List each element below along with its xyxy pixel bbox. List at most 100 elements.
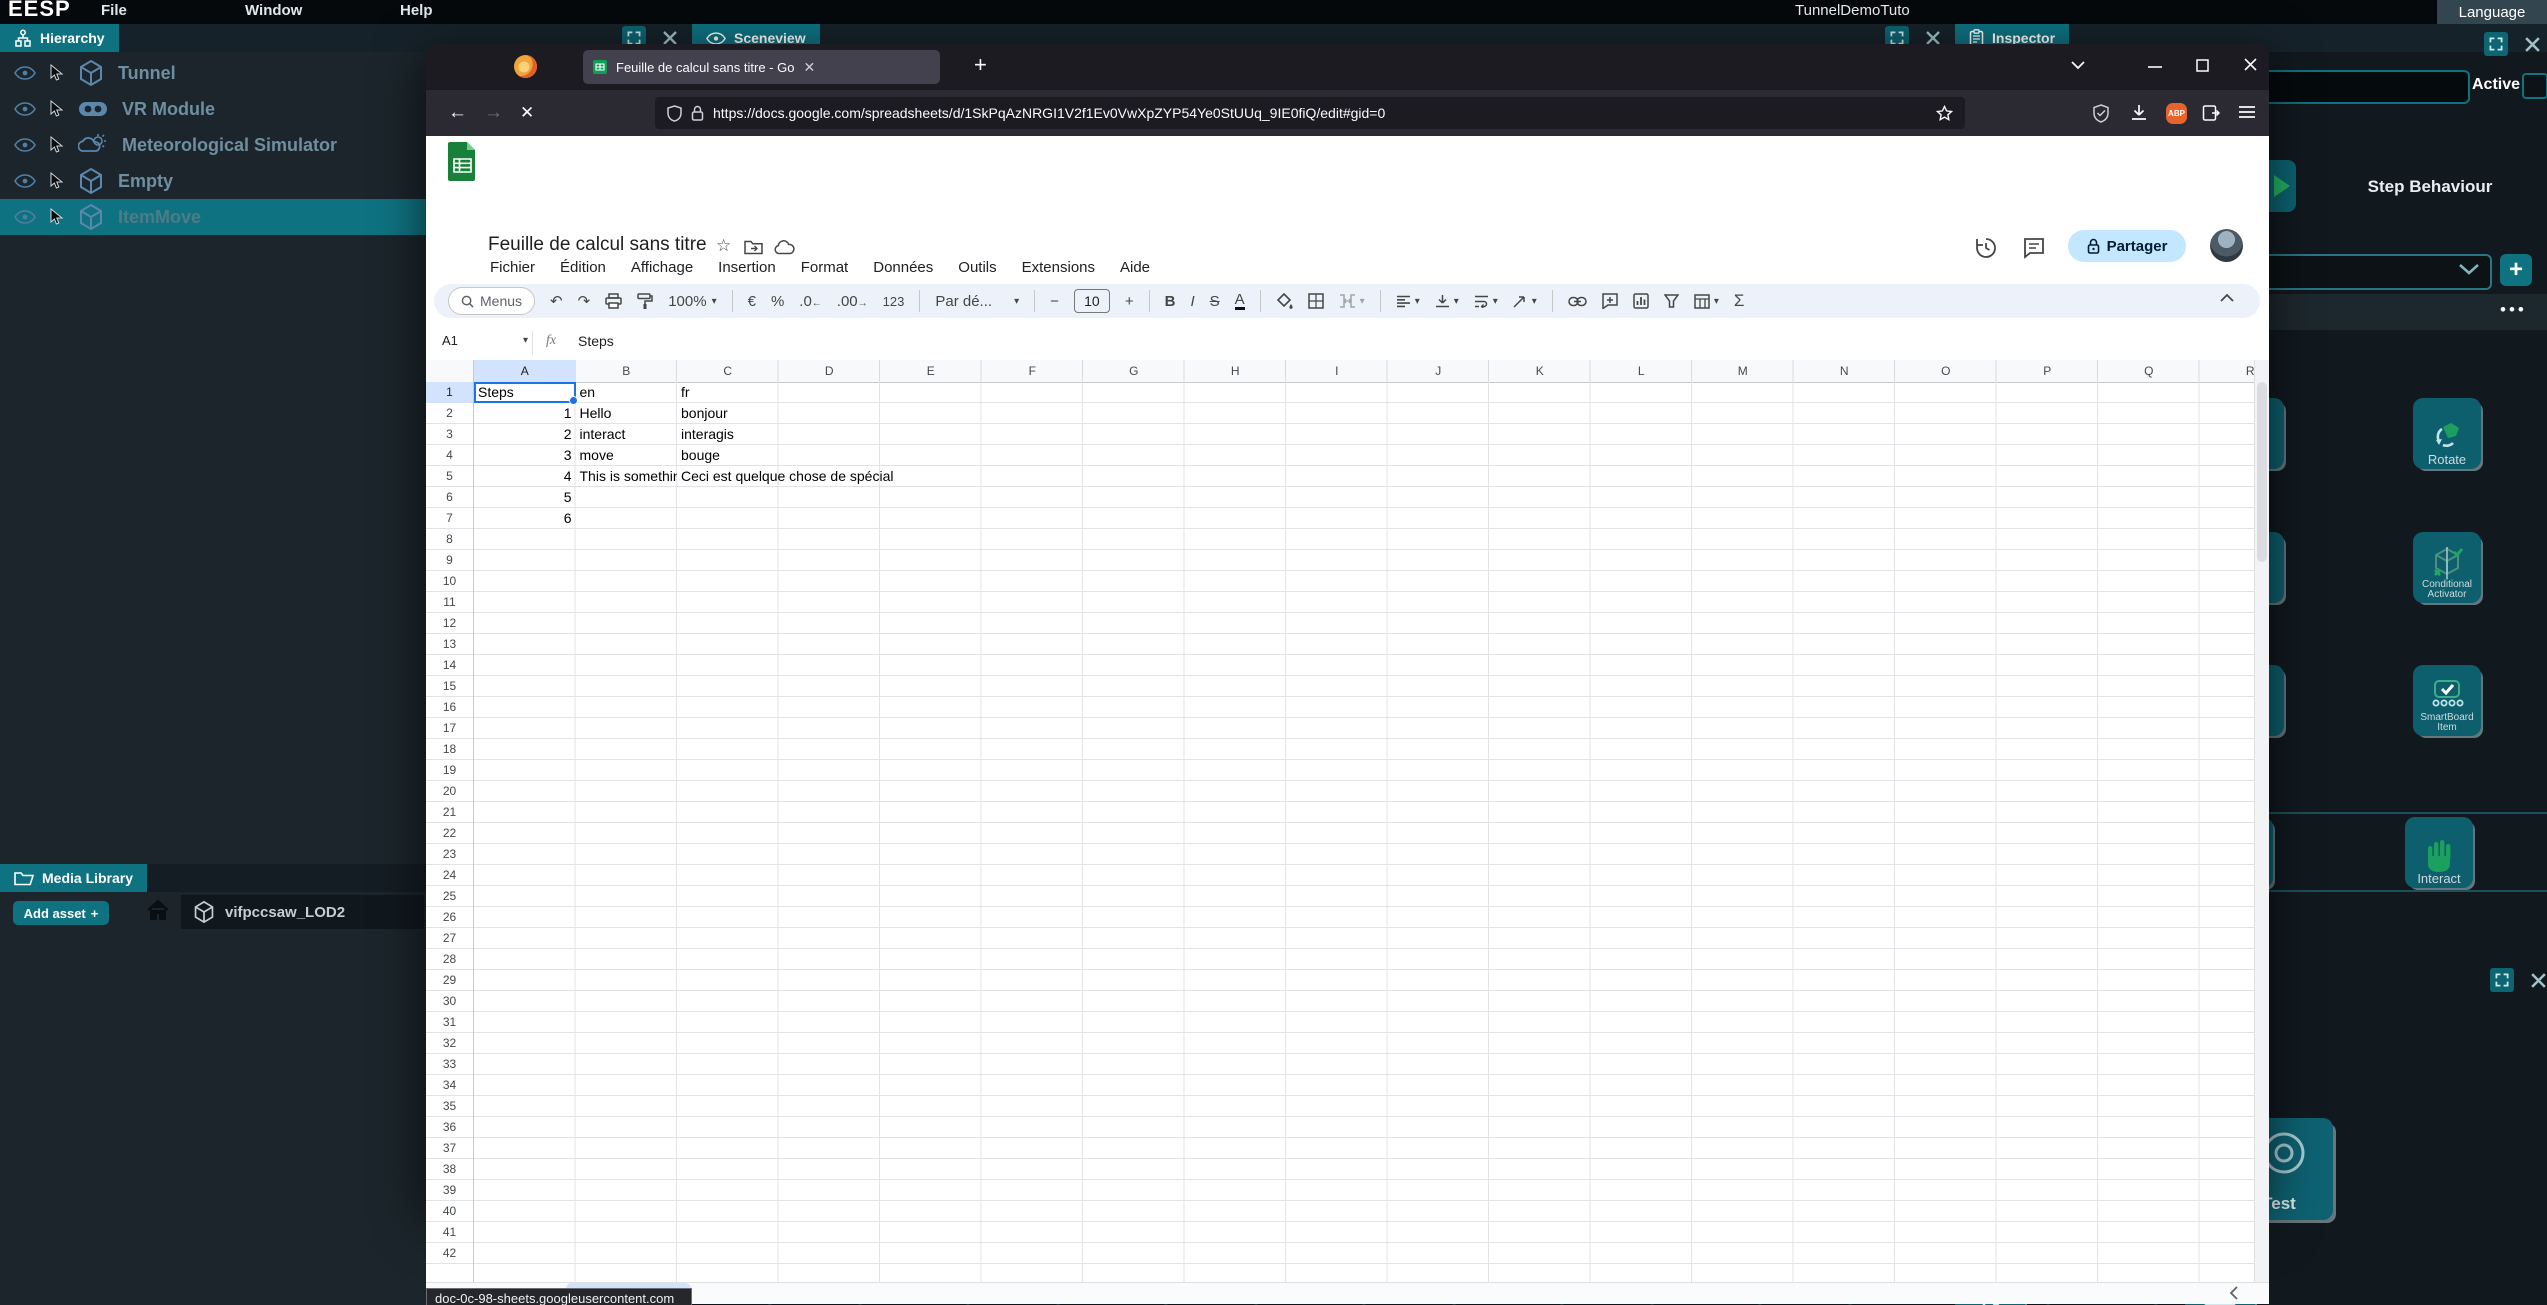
select-cursor-icon[interactable] xyxy=(50,208,64,226)
chevron-left-icon[interactable] xyxy=(2229,1286,2239,1300)
col-header-M[interactable]: M xyxy=(1692,360,1794,382)
text-rotation-icon[interactable]: ▾ xyxy=(1513,294,1537,308)
language-button[interactable]: Language xyxy=(2437,0,2547,24)
fill-handle[interactable] xyxy=(568,396,578,405)
panel-close-icon[interactable] xyxy=(2520,32,2544,56)
row-header-17[interactable]: 17 xyxy=(426,718,473,739)
row-header-39[interactable]: 39 xyxy=(426,1180,473,1201)
select-cursor-icon[interactable] xyxy=(50,64,64,82)
row-header-12[interactable]: 12 xyxy=(426,613,473,634)
add-asset-button[interactable]: Add asset + xyxy=(13,901,109,925)
cell-C3[interactable]: interagis xyxy=(677,424,779,445)
cell-C1[interactable]: fr xyxy=(677,382,779,403)
row-header-8[interactable]: 8 xyxy=(426,529,473,550)
more-formats-icon[interactable]: 123 xyxy=(883,294,905,309)
tab-media-library[interactable]: Media Library xyxy=(0,864,148,892)
minimize-button[interactable] xyxy=(2148,65,2162,69)
strikethrough-icon[interactable]: S xyxy=(1210,293,1220,310)
visibility-eye-icon[interactable] xyxy=(14,138,36,152)
avatar[interactable] xyxy=(2210,229,2243,262)
select-cursor-icon[interactable] xyxy=(50,100,64,118)
adblock-icon[interactable]: ABP xyxy=(2166,103,2187,124)
select-cursor-icon[interactable] xyxy=(50,136,64,154)
row-header-16[interactable]: 16 xyxy=(426,697,473,718)
col-header-F[interactable]: F xyxy=(982,360,1084,382)
name-box[interactable]: A1 ▾ xyxy=(442,333,528,348)
cell-B1[interactable]: en xyxy=(576,382,678,403)
maximize-button[interactable] xyxy=(2196,59,2209,72)
row-header-34[interactable]: 34 xyxy=(426,1075,473,1096)
zoom-select[interactable]: 100% ▾ xyxy=(668,293,716,310)
borders-icon[interactable] xyxy=(1307,293,1324,309)
active-checkbox[interactable] xyxy=(2522,73,2547,99)
col-header-K[interactable]: K xyxy=(1489,360,1591,382)
text-color-icon[interactable]: A xyxy=(1234,292,1245,310)
table-view-icon[interactable]: ▾ xyxy=(1694,293,1719,309)
row-header-20[interactable]: 20 xyxy=(426,781,473,802)
decrease-decimals-icon[interactable]: .0← xyxy=(799,293,822,310)
browser-tab[interactable]: Feuille de calcul sans titre - Go ✕ xyxy=(583,50,940,84)
row-header-19[interactable]: 19 xyxy=(426,760,473,781)
col-header-P[interactable]: P xyxy=(1997,360,2099,382)
col-header-G[interactable]: G xyxy=(1083,360,1185,382)
move-folder-icon[interactable] xyxy=(744,240,763,255)
col-header-R[interactable]: R xyxy=(2200,360,2254,382)
col-header-B[interactable]: B xyxy=(576,360,678,382)
star-icon[interactable]: ☆ xyxy=(716,236,731,256)
insert-comment-icon[interactable] xyxy=(1602,293,1618,309)
vertical-scrollbar[interactable] xyxy=(2254,360,2269,1282)
undo-icon[interactable]: ↶ xyxy=(550,292,563,310)
select-cursor-icon[interactable] xyxy=(50,172,64,190)
col-header-N[interactable]: N xyxy=(1794,360,1896,382)
grid-body[interactable]: 1 2 3 4 5 6 7 8 9 10 11 12 13 14 15 16 17 18 19 20 21 22 23 24 2… xyxy=(426,382,2254,1282)
add-behaviour-button[interactable]: + xyxy=(2500,254,2532,286)
visibility-eye-icon[interactable] xyxy=(14,174,36,188)
row-header-37[interactable]: 37 xyxy=(426,1138,473,1159)
hierarchy-item[interactable]: Empty xyxy=(0,163,426,199)
conditional-activator-button[interactable]: Conditional Activator xyxy=(2413,532,2481,603)
sheets-menu-item[interactable]: Format xyxy=(801,259,849,276)
vertical-align-icon[interactable]: ▾ xyxy=(1435,294,1459,308)
row-header-42[interactable]: 42 xyxy=(426,1243,473,1264)
col-header-E[interactable]: E xyxy=(880,360,982,382)
row-header-1[interactable]: 1 xyxy=(426,382,473,403)
row-header-36[interactable]: 36 xyxy=(426,1117,473,1138)
row-header-35[interactable]: 35 xyxy=(426,1096,473,1117)
collapse-toolbar-icon[interactable] xyxy=(2219,293,2235,303)
row-header-9[interactable]: 9 xyxy=(426,550,473,571)
cell-A4[interactable]: 3 xyxy=(474,445,576,466)
col-header-H[interactable]: H xyxy=(1185,360,1287,382)
shield-icon[interactable] xyxy=(667,104,682,122)
paint-format-icon[interactable] xyxy=(637,292,653,310)
row-header-5[interactable]: 5 xyxy=(426,466,473,487)
cell-A2[interactable]: 1 xyxy=(474,403,576,424)
font-select[interactable]: Par dé... ▾ xyxy=(935,293,1019,310)
more-options-icon[interactable]: ••• xyxy=(2500,300,2527,320)
sheets-menu-item[interactable]: Outils xyxy=(958,259,996,276)
row-header-31[interactable]: 31 xyxy=(426,1012,473,1033)
spreadsheet-grid[interactable]: ABCDEFGHIJKLMNOPQR 1 2 3 4 5 6 7 8 9 10 11 12 13 14 15… xyxy=(426,360,2254,1282)
firefox-icon[interactable] xyxy=(513,54,538,79)
italic-icon[interactable]: I xyxy=(1190,293,1194,310)
col-header-C[interactable]: C xyxy=(677,360,779,382)
list-tabs-chevron-icon[interactable] xyxy=(2070,59,2086,71)
formula-input[interactable]: Steps xyxy=(578,333,614,349)
insert-chart-icon[interactable] xyxy=(1633,293,1649,309)
interact-button[interactable]: Interact xyxy=(2405,817,2473,888)
col-header-I[interactable]: I xyxy=(1286,360,1388,382)
merge-cells-icon[interactable]: ▾ xyxy=(1339,294,1365,308)
font-size-input[interactable]: 10 xyxy=(1073,289,1110,313)
sheets-menu-item[interactable]: Aide xyxy=(1120,259,1150,276)
menubar-item[interactable]: Window xyxy=(245,2,302,19)
row-header-26[interactable]: 26 xyxy=(426,907,473,928)
share-button[interactable]: Partager xyxy=(2068,230,2186,262)
row-header-6[interactable]: 6 xyxy=(426,487,473,508)
row-header-10[interactable]: 10 xyxy=(426,571,473,592)
lock-icon[interactable] xyxy=(691,105,704,121)
back-button[interactable]: ← xyxy=(448,90,467,136)
row-header-38[interactable]: 38 xyxy=(426,1159,473,1180)
hierarchy-item[interactable]: VR Module xyxy=(0,91,426,127)
sheets-menu-item[interactable]: Fichier xyxy=(490,259,535,276)
functions-sigma-icon[interactable]: Σ xyxy=(1734,291,1745,311)
smartboard-item-button[interactable]: SmartBoard Item xyxy=(2413,665,2481,736)
